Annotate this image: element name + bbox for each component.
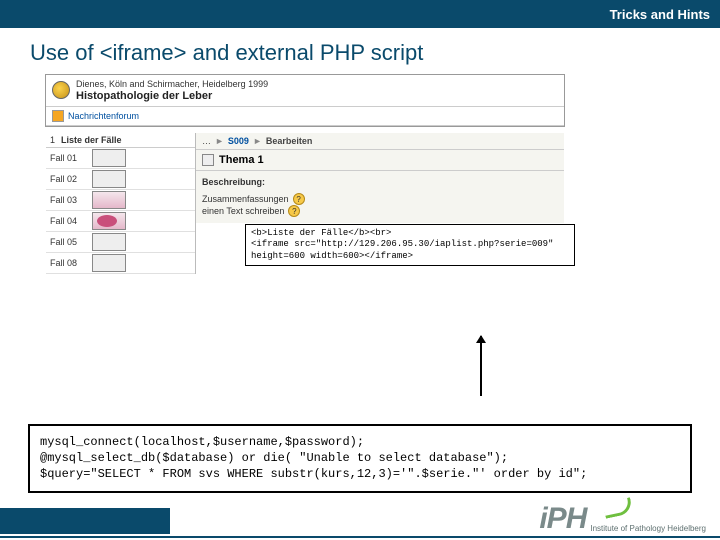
iph-logo: iPH Institute of Pathology Heidelberg [539,502,706,536]
thumb-icon [92,233,126,251]
chevron-right-icon: ► [253,136,262,146]
thumb-icon [92,254,126,272]
thema-title: Thema 1 [219,154,264,166]
iph-wordmark: iPH [539,502,586,536]
news-link[interactable]: Nachrichtenforum [68,111,139,121]
header-label: Tricks and Hints [610,7,710,22]
footer-accent [0,508,170,534]
news-icon [52,110,64,122]
sidebar: 1 Liste der Fälle Fall 01 Fall 02 Fall 0… [46,133,196,274]
extra-text: einen Text schreiben [202,206,284,216]
thumb-icon [92,191,126,209]
extra-row[interactable]: einen Text schreiben ? [202,205,558,217]
app-byline: Dienes, Köln and Schirmacher, Heidelberg… [76,79,268,90]
description-row: Beschreibung: [196,171,564,191]
slide-title: Use of <iframe> and external PHP script [30,40,690,66]
thumb-icon [92,149,126,167]
breadcrumb: … ► S009 ► Bearbeiten [196,133,564,150]
code-line: mysql_connect(localhost,$username,$passw… [40,435,364,449]
thumb-icon [92,170,126,188]
uni-logo-icon [52,81,70,99]
case-row[interactable]: Fall 02 [46,169,195,190]
help-icon[interactable]: ? [293,193,305,205]
sidebar-index: 1 [50,135,55,145]
iph-subtitle: Institute of Pathology Heidelberg [590,524,706,533]
thema-bar: Thema 1 [196,150,564,171]
case-label: Fall 03 [50,195,92,205]
crumb-serie[interactable]: S009 [228,136,249,146]
help-icon[interactable]: ? [288,205,300,217]
app-header: Dienes, Köln and Schirmacher, Heidelberg… [46,75,564,107]
case-label: Fall 05 [50,237,92,247]
case-row[interactable]: Fall 05 [46,232,195,253]
code-line: @mysql_select_db($database) or die( "Una… [40,451,508,465]
thumb-icon [92,212,126,230]
app-heading: Histopathologie der Leber [76,90,268,102]
crumb-dots: … [202,136,211,146]
case-label: Fall 08 [50,258,92,268]
case-row[interactable]: Fall 01 [46,148,195,169]
footer: iPH Institute of Pathology Heidelberg [0,492,720,540]
topic-icon [202,154,214,166]
sidebar-title: Liste der Fälle [61,135,122,145]
slide-title-row: Use of <iframe> and external PHP script [0,28,720,74]
description-label: Beschreibung: [202,177,265,187]
header-bar: Tricks and Hints [0,0,720,28]
arrow-icon [480,336,482,396]
footer-rule [0,536,720,538]
case-row[interactable]: Fall 08 [46,253,195,274]
code-line: $query="SELECT * FROM svs WHERE substr(k… [40,467,587,481]
case-label: Fall 04 [50,216,92,226]
main-pane: … ► S009 ► Bearbeiten Thema 1 Beschreibu… [196,133,564,223]
case-row[interactable]: Fall 04 [46,211,195,232]
crumb-action[interactable]: Bearbeiten [266,136,313,146]
sidebar-header: 1 Liste der Fälle [46,133,195,148]
chevron-right-icon: ► [215,136,224,146]
extra-rows: Zusammenfassungen ? einen Text schreiben… [196,191,564,223]
content-area: Dienes, Köln and Schirmacher, Heidelberg… [20,74,700,414]
case-label: Fall 01 [50,153,92,163]
news-row: Nachrichtenforum [46,107,564,126]
case-label: Fall 02 [50,174,92,184]
php-code-box: mysql_connect(localhost,$username,$passw… [28,424,692,493]
extra-text: Zusammenfassungen [202,194,289,204]
iframe-code-callout: <b>Liste der Fälle</b><br> <iframe src="… [245,224,575,266]
extra-row[interactable]: Zusammenfassungen ? [202,193,558,205]
app-screenshot: Dienes, Köln and Schirmacher, Heidelberg… [45,74,565,127]
case-row[interactable]: Fall 03 [46,190,195,211]
